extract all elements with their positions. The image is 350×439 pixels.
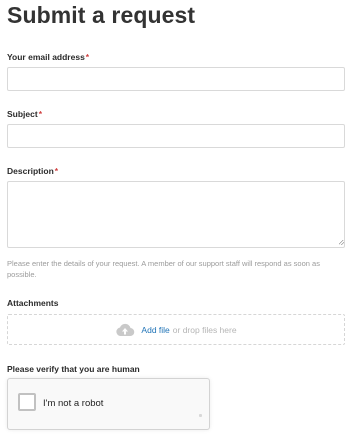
resize-handle[interactable] xyxy=(339,240,344,245)
description-textarea[interactable] xyxy=(7,181,345,248)
attachments-label: Attachments xyxy=(7,298,59,308)
attachment-dropzone[interactable]: Add file or drop files here xyxy=(7,314,345,345)
recaptcha-logo-icon xyxy=(199,414,202,417)
required-mark: * xyxy=(38,109,43,119)
page-title: Submit a request xyxy=(7,2,196,28)
recaptcha-widget: I'm not a robot xyxy=(7,378,210,430)
recaptcha-text: I'm not a robot xyxy=(43,398,104,409)
description-hint: Please enter the details of your request… xyxy=(7,259,320,279)
recaptcha-checkbox[interactable] xyxy=(18,393,36,411)
cloud-upload-icon xyxy=(115,323,135,337)
add-file-link[interactable]: Add file xyxy=(141,325,169,335)
verify-label: Please verify that you are human xyxy=(7,364,140,374)
subject-field[interactable] xyxy=(7,124,345,148)
drop-files-text: or drop files here xyxy=(172,324,237,335)
required-mark: * xyxy=(85,52,90,62)
email-field[interactable] xyxy=(7,67,345,91)
subject-label: Subject* xyxy=(7,109,43,119)
description-label: Description* xyxy=(7,166,59,176)
required-mark: * xyxy=(54,166,59,176)
email-label: Your email address* xyxy=(7,52,90,62)
